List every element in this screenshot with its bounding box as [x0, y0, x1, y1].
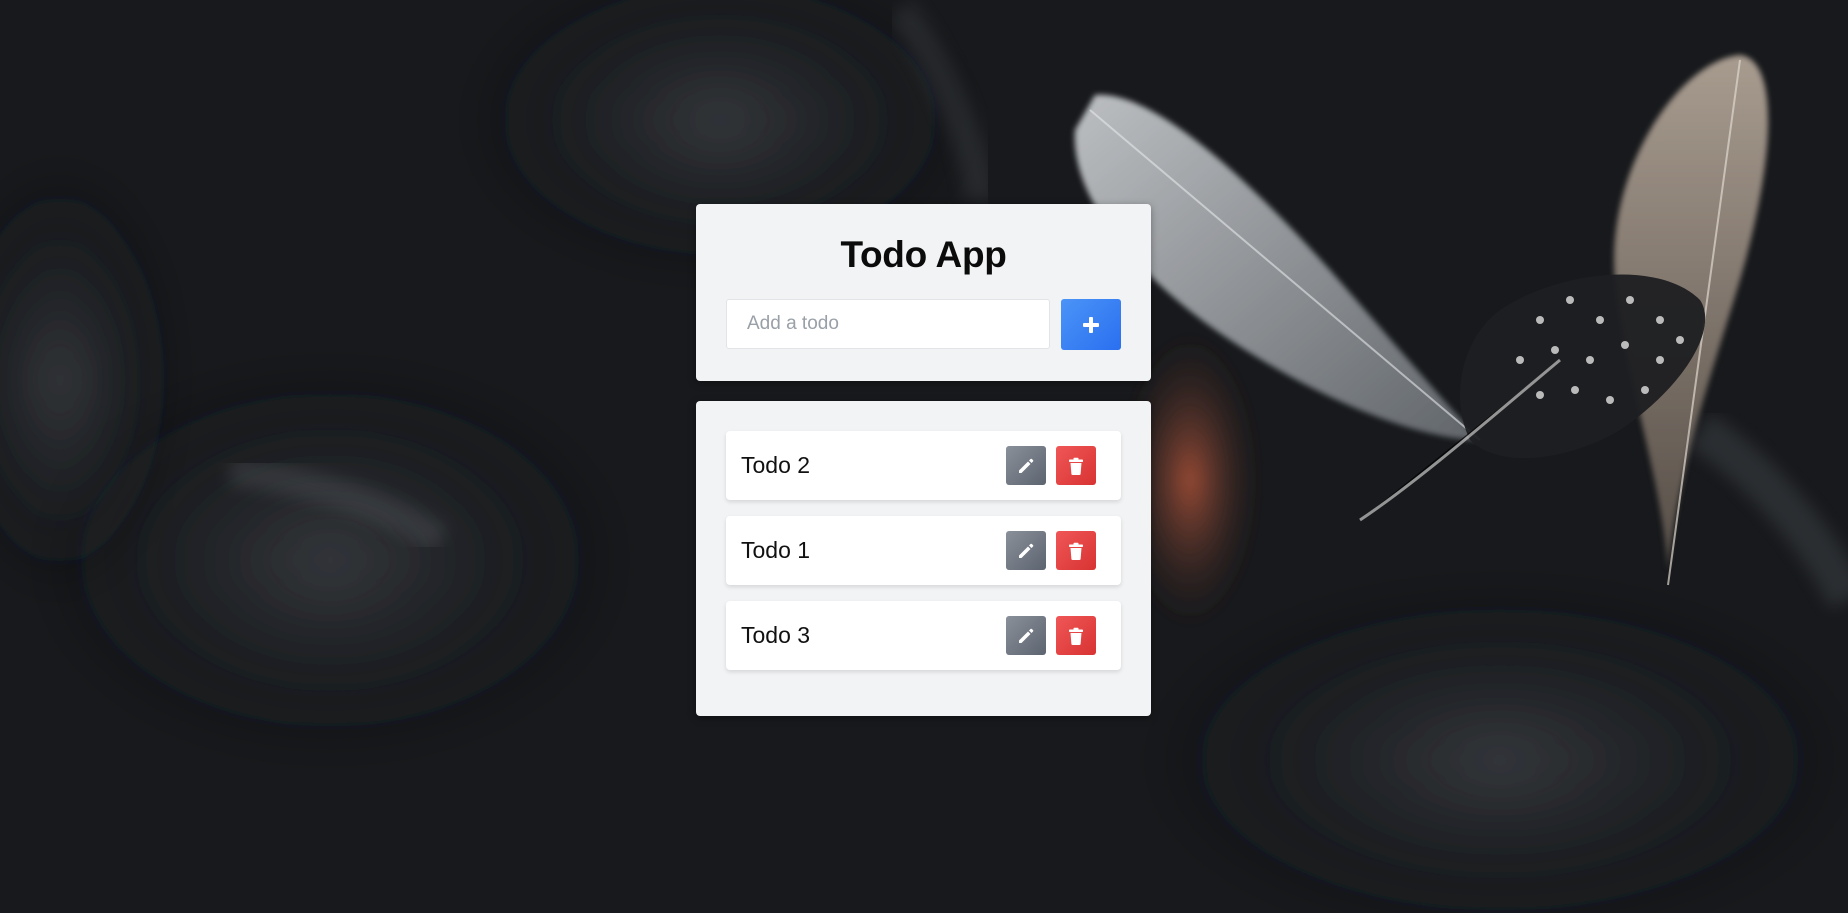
add-todo-button[interactable] — [1061, 299, 1121, 350]
trash-icon — [1068, 457, 1084, 475]
todo-item: Todo 3 — [726, 601, 1121, 670]
todo-text: Todo 2 — [741, 452, 811, 478]
pencil-icon — [1017, 542, 1035, 560]
edit-todo-button[interactable] — [1006, 446, 1046, 485]
pencil-icon — [1017, 627, 1035, 645]
delete-todo-button[interactable] — [1056, 446, 1096, 485]
todo-text: Todo 1 — [741, 537, 811, 563]
edit-todo-button[interactable] — [1006, 531, 1046, 570]
trash-icon — [1068, 627, 1084, 645]
todo-item: Todo 2 — [726, 431, 1121, 500]
edit-todo-button[interactable] — [1006, 616, 1046, 655]
todo-text: Todo 3 — [741, 622, 811, 648]
pencil-icon — [1017, 457, 1035, 475]
trash-icon — [1068, 542, 1084, 560]
delete-todo-button[interactable] — [1056, 531, 1096, 570]
todo-item: Todo 1 — [726, 516, 1121, 585]
delete-todo-button[interactable] — [1056, 616, 1096, 655]
add-todo-input[interactable] — [726, 299, 1050, 349]
todo-list-card: Todo 2 Todo 1 Todo 3 — [696, 401, 1151, 716]
todo-header-card: Todo App — [696, 204, 1151, 381]
todo-list: Todo 2 Todo 1 Todo 3 — [726, 431, 1121, 686]
plus-icon — [1082, 316, 1100, 334]
page-title: Todo App — [840, 234, 1007, 275]
